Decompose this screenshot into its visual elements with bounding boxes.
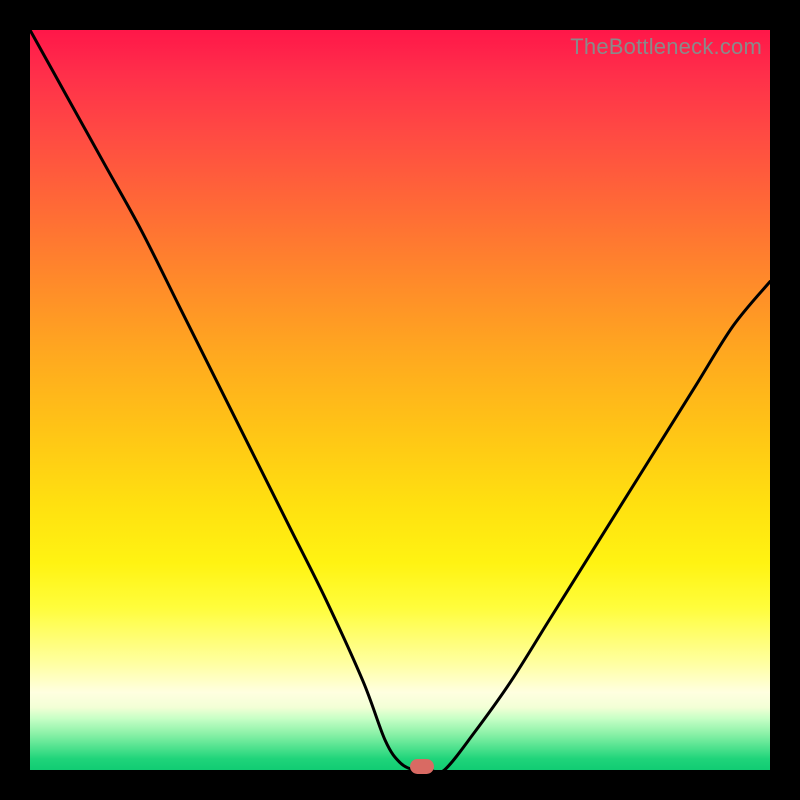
chart-frame: TheBottleneck.com — [0, 0, 800, 800]
bottleneck-curve — [30, 30, 770, 770]
plot-area: TheBottleneck.com — [30, 30, 770, 770]
optimal-marker — [410, 759, 434, 774]
curve-path — [30, 30, 770, 773]
